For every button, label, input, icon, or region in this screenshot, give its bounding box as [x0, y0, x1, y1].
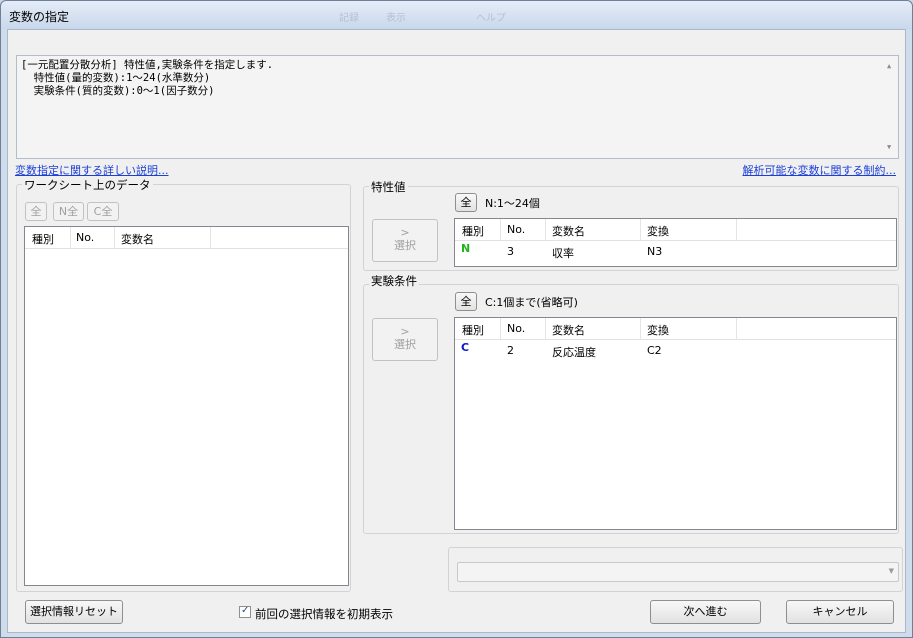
- column-header[interactable]: 種別: [462, 223, 484, 239]
- column-header[interactable]: No.: [507, 223, 525, 236]
- worksheet-group-label: ワークシート上のデータ: [22, 177, 153, 193]
- description-line: 特性値(量的変数):1～24(水準数分): [21, 72, 211, 84]
- row-no: 2: [507, 344, 514, 357]
- list-header: 種別 No. 変数名: [25, 227, 348, 249]
- table-row[interactable]: N 3 収率 N3: [455, 241, 896, 261]
- kind-c-icon: C: [461, 341, 470, 354]
- row-variable-name: 収率: [552, 247, 574, 260]
- column-header[interactable]: 変数名: [552, 223, 585, 239]
- description-line: [一元配置分散分析] 特性値,実験条件を指定します.: [21, 59, 274, 71]
- condition-variable-list[interactable]: 種別 No. 変数名 変換 C 2 反応温度 C2: [454, 317, 897, 530]
- row-variable-name: 反応温度: [552, 346, 596, 359]
- column-header[interactable]: No.: [76, 231, 94, 244]
- characteristic-variable-list[interactable]: 種別 No. 変数名 変換 N 3 収率 N3: [454, 218, 897, 267]
- worksheet-variable-list[interactable]: 種別 No. 変数名: [24, 226, 349, 586]
- scroll-up-icon[interactable]: ▲: [887, 60, 891, 73]
- row-no: 3: [507, 245, 514, 258]
- select-button-label: 選択: [394, 338, 416, 351]
- window-title: 変数の指定: [9, 10, 70, 24]
- characteristic-summary: N:1～24個: [485, 197, 540, 210]
- limits-link[interactable]: 解析可能な変数に関する制約...: [743, 162, 897, 178]
- column-header[interactable]: 変換: [647, 322, 669, 338]
- condition-all-button[interactable]: 全: [455, 292, 477, 311]
- chevron-down-icon: ▼: [888, 567, 894, 575]
- chevron-right-icon: >: [400, 325, 410, 338]
- help-link[interactable]: 変数指定に関する詳しい説明...: [15, 162, 169, 178]
- list-header: 種別 No. 変数名 変換: [455, 219, 896, 241]
- select-button-label: 選択: [394, 239, 416, 252]
- worksheet-n-all-button[interactable]: N全: [53, 202, 84, 221]
- initial-display-checkbox[interactable]: ✓: [239, 605, 251, 618]
- table-row[interactable]: C 2 反応温度 C2: [455, 340, 896, 360]
- row-transform: C2: [647, 344, 662, 357]
- characteristic-all-button[interactable]: 全: [455, 193, 477, 212]
- characteristic-group-label: 特性値: [369, 179, 408, 195]
- column-header[interactable]: 変数名: [552, 322, 585, 338]
- column-header[interactable]: No.: [507, 322, 525, 335]
- cancel-button[interactable]: キャンセル: [786, 600, 894, 624]
- list-header: 種別 No. 変数名 変換: [455, 318, 896, 340]
- dialog-client-area: [一元配置分散分析] 特性値,実験条件を指定します. 特性値(量的変数):1～2…: [7, 29, 906, 633]
- reset-selection-button[interactable]: 選択情報リセット: [25, 600, 123, 624]
- column-header[interactable]: 変換: [647, 223, 669, 239]
- background-menu-item: ヘルプ: [476, 13, 506, 24]
- checkmark-icon: ✓: [241, 605, 250, 616]
- chevron-right-icon: >: [400, 226, 410, 239]
- column-header[interactable]: 変数名: [121, 231, 154, 247]
- description-line: 実験条件(質的変数):0～1(因子数分): [21, 85, 215, 97]
- background-menu-item: 記録: [339, 13, 359, 24]
- dialog-window: 変数の指定 記録 表示 ヘルプ [一元配置分散分析] 特性値,実験条件を指定しま…: [0, 0, 913, 638]
- kind-n-icon: N: [461, 242, 471, 255]
- row-transform: N3: [647, 245, 663, 258]
- column-header[interactable]: 種別: [32, 231, 54, 247]
- disabled-combobox[interactable]: ▼: [457, 562, 899, 582]
- background-menu-item: 表示: [386, 13, 406, 24]
- initial-display-checkbox-label[interactable]: 前回の選択情報を初期表示: [255, 606, 393, 622]
- description-box[interactable]: [一元配置分散分析] 特性値,実験条件を指定します. 特性値(量的変数):1～2…: [16, 55, 899, 159]
- worksheet-all-button[interactable]: 全: [25, 202, 47, 221]
- column-header[interactable]: 種別: [462, 322, 484, 338]
- condition-group-label: 実験条件: [369, 273, 419, 289]
- worksheet-c-all-button[interactable]: C全: [87, 202, 119, 221]
- next-button[interactable]: 次へ進む: [650, 600, 761, 624]
- description-scrollbar[interactable]: ▲ ▼: [884, 56, 898, 158]
- title-bar[interactable]: 変数の指定 記録 表示 ヘルプ: [1, 1, 912, 29]
- scroll-down-icon[interactable]: ▼: [887, 141, 891, 154]
- condition-summary: C:1個まで(省略可): [485, 296, 578, 309]
- condition-select-button[interactable]: > 選択: [372, 318, 438, 361]
- characteristic-select-button[interactable]: > 選択: [372, 219, 438, 262]
